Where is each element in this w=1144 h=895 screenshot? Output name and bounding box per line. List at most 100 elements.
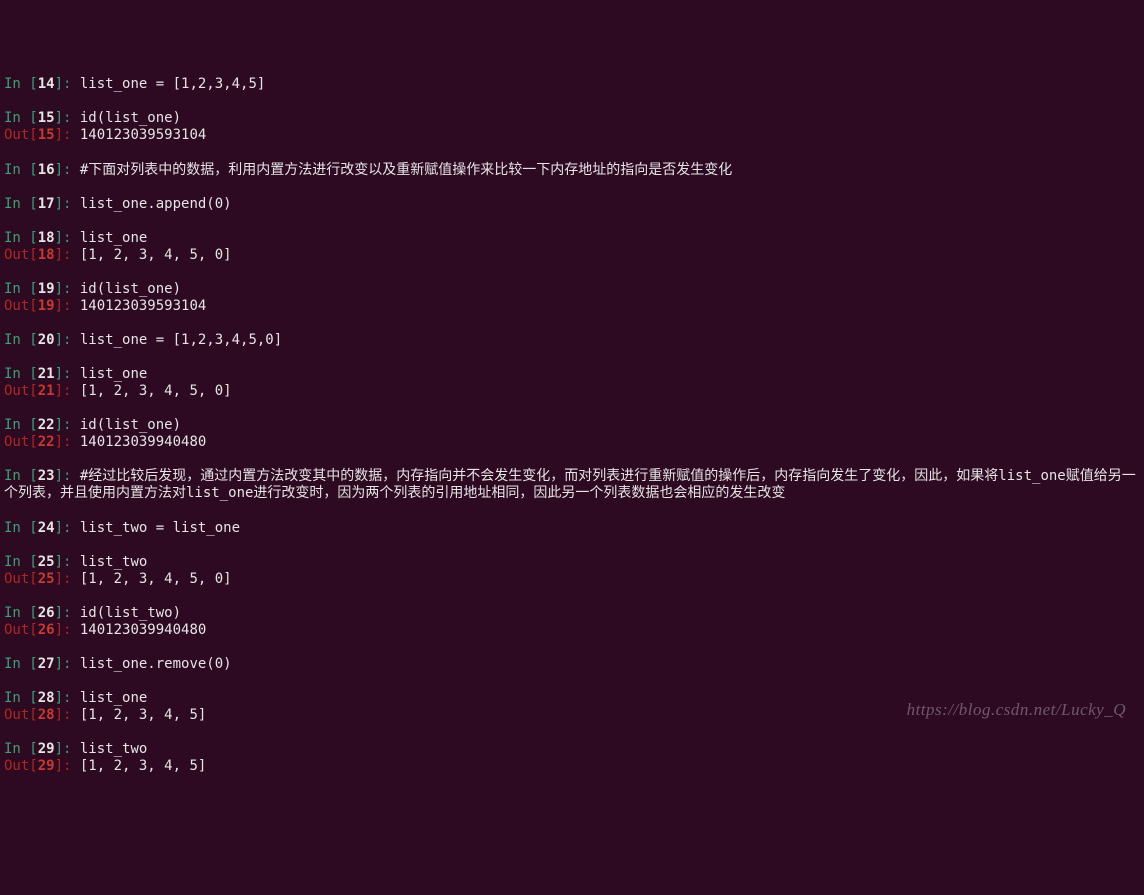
in-prompt-number: 18	[38, 230, 55, 246]
out-prompt-number: 29	[38, 758, 55, 774]
out-prompt-suffix: ]:	[55, 707, 80, 723]
out-prompt-suffix: ]:	[55, 434, 80, 450]
in-line: In [29]: list_two	[4, 741, 1144, 758]
in-line: In [22]: id(list_one)	[4, 417, 1144, 434]
blank-line	[4, 93, 1144, 110]
in-prompt-prefix: In [	[4, 690, 38, 706]
in-prompt-suffix: ]:	[55, 656, 80, 672]
out-line: Out[22]: 140123039940480	[4, 434, 1144, 451]
in-prompt-prefix: In [	[4, 76, 38, 92]
blank-line	[4, 588, 1144, 605]
in-code: list_one	[80, 690, 147, 706]
in-prompt-number: 27	[38, 656, 55, 672]
in-prompt-number: 14	[38, 76, 55, 92]
in-prompt-prefix: In [	[4, 162, 38, 178]
out-prompt-number: 21	[38, 383, 55, 399]
out-value: 140123039940480	[80, 434, 206, 450]
out-line: Out[19]: 140123039593104	[4, 298, 1144, 315]
in-prompt-prefix: In [	[4, 230, 38, 246]
in-prompt-number: 28	[38, 690, 55, 706]
blank-line	[4, 400, 1144, 417]
in-prompt-number: 26	[38, 605, 55, 621]
in-code: #下面对列表中的数据，利用内置方法进行改变以及重新赋值操作来比较一下内存地址的指…	[80, 162, 732, 178]
in-prompt-suffix: ]:	[55, 741, 80, 757]
in-line: In [17]: list_one.append(0)	[4, 196, 1144, 213]
in-line: In [23]: #经过比较后发现，通过内置方法改变其中的数据，内存指向并不会发…	[4, 468, 1144, 502]
blank-line	[4, 451, 1144, 468]
in-prompt-suffix: ]:	[55, 554, 80, 570]
out-prompt-number: 15	[38, 127, 55, 143]
blank-line	[4, 264, 1144, 281]
in-line: In [15]: id(list_one)	[4, 110, 1144, 127]
out-prompt-prefix: Out[	[4, 707, 38, 723]
in-prompt-prefix: In [	[4, 417, 38, 433]
in-code: id(list_two)	[80, 605, 181, 621]
in-prompt-prefix: In [	[4, 366, 38, 382]
in-prompt-suffix: ]:	[55, 196, 80, 212]
out-prompt-number: 26	[38, 622, 55, 638]
in-prompt-suffix: ]:	[55, 520, 80, 536]
in-prompt-prefix: In [	[4, 468, 38, 484]
in-line: In [27]: list_one.remove(0)	[4, 656, 1144, 673]
in-code: list_two	[80, 741, 147, 757]
out-line: Out[28]: [1, 2, 3, 4, 5]	[4, 707, 1144, 724]
in-prompt-number: 21	[38, 366, 55, 382]
in-line: In [14]: list_one = [1,2,3,4,5]	[4, 76, 1144, 93]
out-prompt-prefix: Out[	[4, 571, 38, 587]
blank-line	[4, 537, 1144, 554]
out-prompt-number: 22	[38, 434, 55, 450]
out-prompt-number: 25	[38, 571, 55, 587]
blank-line	[4, 145, 1144, 162]
in-prompt-number: 22	[38, 417, 55, 433]
out-value: [1, 2, 3, 4, 5]	[80, 707, 206, 723]
in-prompt-number: 20	[38, 332, 55, 348]
in-line: In [18]: list_one	[4, 230, 1144, 247]
out-prompt-prefix: Out[	[4, 434, 38, 450]
in-line: In [19]: id(list_one)	[4, 281, 1144, 298]
out-prompt-number: 18	[38, 247, 55, 263]
in-prompt-prefix: In [	[4, 656, 38, 672]
in-code: id(list_one)	[80, 281, 181, 297]
out-value: 140123039593104	[80, 127, 206, 143]
in-prompt-number: 24	[38, 520, 55, 536]
out-prompt-prefix: Out[	[4, 758, 38, 774]
in-prompt-suffix: ]:	[55, 76, 80, 92]
in-prompt-suffix: ]:	[55, 690, 80, 706]
in-code: list_two = list_one	[80, 520, 240, 536]
in-prompt-number: 23	[38, 468, 55, 484]
ipython-terminal[interactable]: In [14]: list_one = [1,2,3,4,5]In [15]: …	[4, 76, 1144, 775]
in-code: id(list_one)	[80, 110, 181, 126]
blank-line	[4, 639, 1144, 656]
out-prompt-suffix: ]:	[55, 758, 80, 774]
in-prompt-number: 17	[38, 196, 55, 212]
in-prompt-prefix: In [	[4, 196, 38, 212]
in-line: In [20]: list_one = [1,2,3,4,5,0]	[4, 332, 1144, 349]
in-line: In [25]: list_two	[4, 554, 1144, 571]
in-prompt-suffix: ]:	[55, 332, 80, 348]
out-line: Out[21]: [1, 2, 3, 4, 5, 0]	[4, 383, 1144, 400]
in-line: In [21]: list_one	[4, 366, 1144, 383]
in-prompt-suffix: ]:	[55, 468, 80, 484]
in-code: list_one = [1,2,3,4,5]	[80, 76, 265, 92]
out-prompt-prefix: Out[	[4, 298, 38, 314]
blank-line	[4, 503, 1144, 520]
out-prompt-number: 19	[38, 298, 55, 314]
in-prompt-prefix: In [	[4, 554, 38, 570]
in-prompt-number: 15	[38, 110, 55, 126]
in-line: In [26]: id(list_two)	[4, 605, 1144, 622]
out-value: [1, 2, 3, 4, 5, 0]	[80, 383, 232, 399]
in-prompt-prefix: In [	[4, 281, 38, 297]
in-prompt-prefix: In [	[4, 110, 38, 126]
in-code: list_one = [1,2,3,4,5,0]	[80, 332, 282, 348]
in-code: #经过比较后发现，通过内置方法改变其中的数据，内存指向并不会发生变化，而对列表进…	[4, 468, 1136, 501]
out-prompt-prefix: Out[	[4, 247, 38, 263]
in-code: list_one	[80, 366, 147, 382]
in-prompt-number: 29	[38, 741, 55, 757]
in-prompt-prefix: In [	[4, 741, 38, 757]
in-prompt-suffix: ]:	[55, 281, 80, 297]
out-value: 140123039940480	[80, 622, 206, 638]
in-line: In [28]: list_one	[4, 690, 1144, 707]
in-prompt-suffix: ]:	[55, 366, 80, 382]
in-code: list_one.append(0)	[80, 196, 232, 212]
out-value: [1, 2, 3, 4, 5, 0]	[80, 571, 232, 587]
